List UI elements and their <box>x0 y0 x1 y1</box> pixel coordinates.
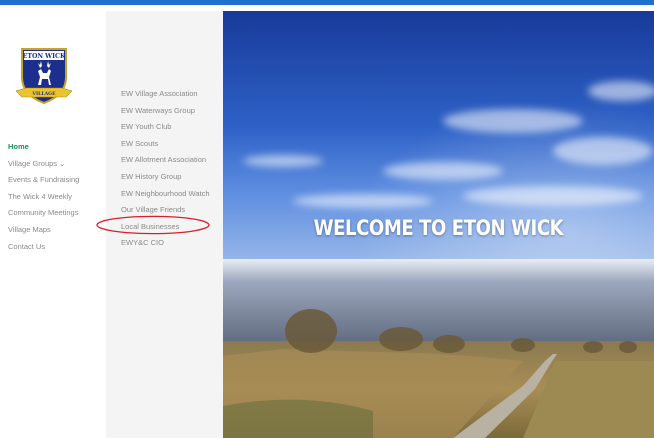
submenu-item-youth-club[interactable]: EW Youth Club <box>121 123 210 131</box>
main-navigation: Home Village Groups ⌄ Events & Fundraisi… <box>8 143 79 259</box>
nav-item-events-fundraising[interactable]: Events & Fundraising <box>8 176 79 184</box>
hero-banner: WELCOME TO ETON WICK <box>223 11 654 438</box>
nav-item-label: Village Groups <box>8 158 58 168</box>
submenu-item-history-group[interactable]: EW History Group <box>121 172 210 181</box>
chevron-down-icon: ⌄ <box>59 158 66 168</box>
submenu-item-scouts[interactable]: EW Scouts <box>121 139 210 148</box>
submenu-item-neighbourhood-watch[interactable]: EW Neighbourhood Watch <box>121 189 210 198</box>
hero-title: WELCOME TO ETON WICK <box>313 216 564 240</box>
submenu-list: EW Village Association EW Waterways Grou… <box>121 90 210 256</box>
svg-text:VILLAGE: VILLAGE <box>31 91 56 97</box>
nav-item-village-groups[interactable]: Village Groups ⌄ <box>8 158 79 168</box>
nav-item-contact-us[interactable]: Contact Us <box>8 242 79 251</box>
submenu-item-local-businesses[interactable]: Local Businesses <box>121 222 210 231</box>
submenu-item-our-village-friends[interactable]: Our Village Friends <box>121 206 210 214</box>
eton-wick-crest-logo[interactable]: ETON WICK VILLAGE <box>16 47 72 105</box>
submenu-item-allotment-association[interactable]: EW Allotment Association <box>121 156 210 164</box>
submenu-item-waterways-group[interactable]: EW Waterways Group <box>121 106 210 115</box>
left-sidebar: ETON WICK VILLAGE Home Village Groups ⌄ … <box>0 5 106 438</box>
nav-item-village-maps[interactable]: Village Maps <box>8 225 79 234</box>
nav-item-wick-4-weekly[interactable]: The Wick 4 Weekly <box>8 192 79 201</box>
village-groups-submenu: EW Village Association EW Waterways Grou… <box>106 11 223 438</box>
nav-item-home[interactable]: Home <box>8 143 79 151</box>
nav-item-community-meetings[interactable]: Community Meetings <box>8 209 79 217</box>
submenu-item-ewyc-cio[interactable]: EWY&C CIO <box>121 239 210 247</box>
submenu-item-village-association[interactable]: EW Village Association <box>121 90 210 98</box>
svg-text:ETON WICK: ETON WICK <box>23 53 66 60</box>
